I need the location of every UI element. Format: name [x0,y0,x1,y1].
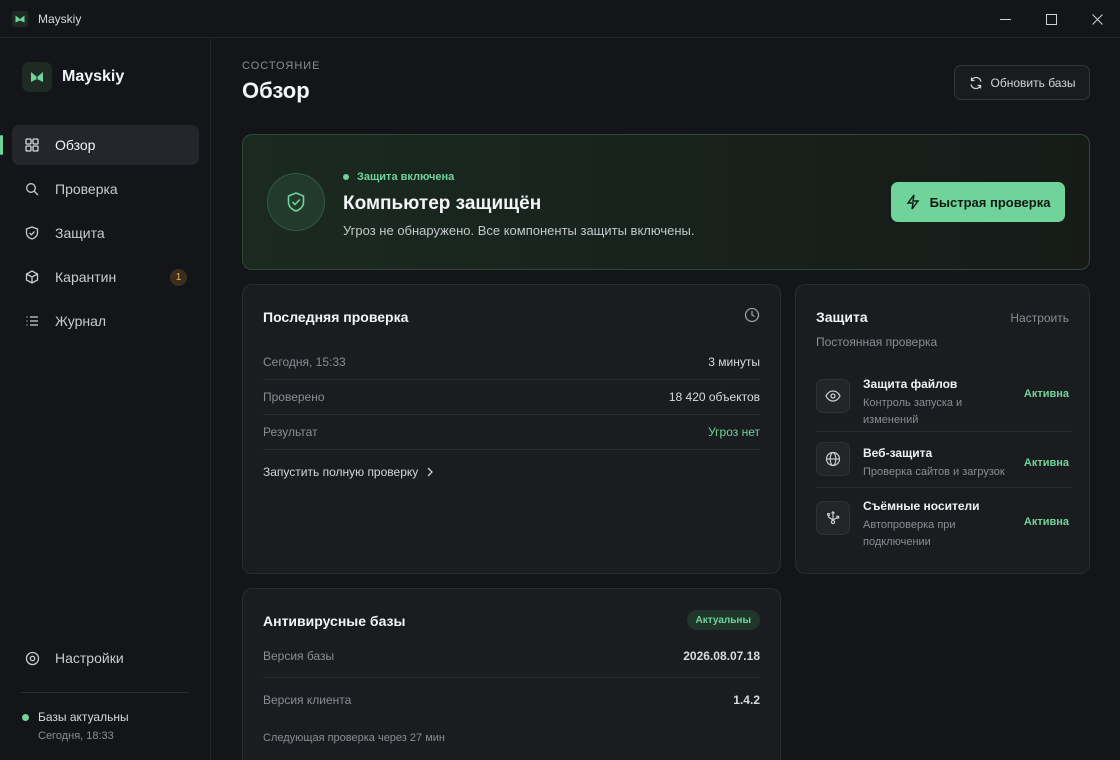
component-status: Активна [1023,516,1069,528]
database-status: Базы актуальны Сегодня, 18:33 [22,710,129,742]
brand-logo-icon [22,62,52,92]
component-removable-media[interactable]: Съёмные носители Автопроверка при подклю… [816,499,1071,549]
gear-icon [24,650,40,666]
update-databases-button[interactable]: Обновить базы [954,65,1090,100]
component-web-protection[interactable]: Веб-защита Проверка сайтов и загрузок Ак… [816,442,1071,486]
client-version-row: Версия клиента 1.4.2 [263,692,760,707]
last-scan-title: Последняя проверка [263,309,409,325]
component-name: Съёмные носители [863,499,980,513]
lightning-icon [906,194,919,210]
database-status-label: Базы актуальны [38,710,129,724]
component-name: Веб-защита [863,446,933,460]
sidebar-item-scan[interactable]: Проверка [12,169,199,209]
last-scan-card: Последняя проверка Сегодня, 15:33 3 мину… [242,284,781,574]
sidebar-item-label: Защита [55,225,105,241]
brand: Mayskiy [22,62,124,92]
page-overline: СОСТОЯНИЕ [242,60,321,72]
status-dot [22,713,29,721]
full-scan-link[interactable]: Запустить полную проверку [263,465,434,479]
protection-card-subtitle: Постоянная проверка [816,335,938,349]
sidebar-nav: Обзор Проверка Защита Карантин 1 Журнал [0,125,199,345]
protection-subtitle: Угроз не обнаружено. Все компоненты защи… [343,223,695,238]
protection-status-banner: Защита включена Компьютер защищён Угроз … [242,134,1090,270]
eye-icon [816,379,850,413]
scan-time-row: Сегодня, 15:33 3 минуты [263,345,760,380]
sidebar-divider [21,692,189,693]
globe-icon [816,442,850,476]
update-databases-label: Обновить базы [990,75,1076,90]
protection-title: Компьютер защищён [343,193,542,214]
antivirus-databases-card: Антивирусные базы Актуальны Версия базы … [242,588,781,760]
quarantine-count-badge: 1 [170,269,187,286]
clock-icon[interactable] [744,307,760,323]
divider [816,487,1071,488]
main-content: СОСТОЯНИЕ Обзор Обновить базы Защита вкл… [212,38,1120,760]
grid-icon [24,137,40,153]
sidebar-item-label: Карантин [55,269,117,285]
sidebar-item-log[interactable]: Журнал [12,301,199,341]
sidebar-item-quarantine[interactable]: Карантин 1 [12,257,199,297]
sidebar: Mayskiy Обзор Проверка Защита Карантин 1… [0,38,211,760]
refresh-icon [969,76,982,89]
shield-check-icon [267,173,325,231]
sidebar-item-label: Настройки [55,650,124,666]
sidebar-item-label: Обзор [55,137,96,153]
database-version-row: Версия базы 2026.08.07.18 [263,635,760,678]
protection-status: Защита включена [343,171,454,183]
close-button[interactable] [1074,0,1120,38]
protection-card-title: Защита [816,309,868,325]
sidebar-item-protection[interactable]: Защита [12,213,199,253]
shield-icon [24,225,40,241]
next-check-text: Следующая проверка через 27 мин [263,732,445,744]
sidebar-item-label: Журнал [55,313,107,329]
database-status-time: Сегодня, 18:33 [38,730,114,742]
sidebar-item-settings[interactable]: Настройки [12,638,199,678]
sidebar-item-label: Проверка [55,181,118,197]
maximize-button[interactable] [1028,0,1074,38]
component-file-protection[interactable]: Защита файлов Контроль запуска и изменен… [816,377,1071,427]
component-name: Защита файлов [863,377,958,391]
scan-result-row: Результат Угроз нет [263,415,760,450]
chevron-right-icon [427,467,434,477]
component-description: Автопроверка при подключении [863,519,956,548]
app-logo-icon [12,10,28,27]
component-status: Активна [1023,388,1069,400]
quick-scan-label: Быстрая проверка [929,194,1051,210]
maximize-icon [1045,13,1057,25]
status-badge: Актуальны [686,610,760,630]
usb-icon [816,501,850,535]
divider [816,431,1071,432]
close-icon [1091,13,1103,25]
search-icon [24,181,40,197]
databases-title: Антивирусные базы [263,613,406,629]
title-bar: Mayskiy [0,0,1120,38]
quick-scan-button[interactable]: Быстрая проверка [891,182,1065,222]
minimize-icon [999,18,1011,20]
window-title: Mayskiy [38,11,82,26]
component-description: Контроль запуска и изменений [863,397,963,426]
box-icon [24,269,40,285]
protection-card: Защита Настроить Постоянная проверка Защ… [795,284,1090,574]
window-controls [982,0,1120,38]
minimize-button[interactable] [982,0,1028,38]
configure-link[interactable]: Настроить [1010,311,1069,325]
component-status: Активна [1023,457,1069,469]
sidebar-item-overview[interactable]: Обзор [0,125,199,165]
brand-name: Mayskiy [62,68,125,85]
component-description: Проверка сайтов и загрузок [863,466,1005,478]
page-title: Обзор [242,78,310,103]
list-icon [24,313,40,329]
scanned-objects-row: Проверено 18 420 объектов [263,380,760,415]
